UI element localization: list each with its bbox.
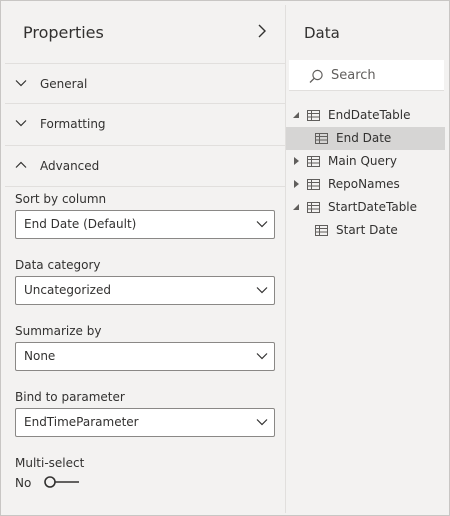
search-input[interactable]: Search: [289, 60, 444, 91]
tree-item-label: StartDateTable: [328, 200, 418, 214]
data-category-label: Data category: [15, 258, 101, 272]
sort-by-column-label: Sort by column: [15, 192, 107, 206]
collapsed-triangle-icon[interactable]: [293, 180, 301, 188]
tree-item-label: Start Date: [336, 223, 398, 237]
table-icon: [307, 179, 320, 190]
search-icon: [309, 69, 323, 83]
tree-item-start-date[interactable]: Start Date: [286, 219, 445, 242]
collapsed-triangle-icon[interactable]: [293, 157, 301, 165]
section-general-label: General: [40, 77, 88, 91]
bind-to-parameter-dropdown[interactable]: EndTimeParameter: [15, 408, 275, 437]
tree-item-label: RepoNames: [328, 177, 400, 191]
table-icon: [307, 156, 320, 167]
table-icon: [307, 202, 320, 213]
column-icon: [315, 133, 328, 144]
window-frame: Properties General Formatting Advanced S…: [0, 0, 450, 516]
collapse-pane-chevron-right-icon[interactable]: [255, 21, 269, 41]
summarize-by-label: Summarize by: [15, 324, 102, 338]
multi-select-state-label: No: [15, 476, 32, 490]
summarize-by-dropdown[interactable]: None: [15, 342, 275, 371]
chevron-down-icon: [256, 221, 268, 228]
sort-by-column-value: End Date (Default): [24, 217, 137, 231]
table-icon: [307, 110, 320, 121]
data-category-value: Uncategorized: [24, 283, 111, 297]
sort-by-column-dropdown[interactable]: End Date (Default): [15, 210, 275, 239]
section-advanced[interactable]: Advanced: [5, 145, 285, 187]
tree-item-end-date[interactable]: End Date: [286, 127, 445, 150]
tree-item-startdatetable[interactable]: StartDateTable: [286, 196, 445, 219]
bind-to-parameter-label: Bind to parameter: [15, 390, 125, 404]
chevron-down-icon: [256, 353, 268, 360]
chevron-down-icon: [15, 120, 27, 127]
chevron-down-icon: [256, 419, 268, 426]
bind-to-parameter-value: EndTimeParameter: [24, 415, 139, 429]
data-title: Data: [304, 24, 340, 42]
expanded-triangle-icon[interactable]: [292, 203, 300, 211]
section-general[interactable]: General: [5, 63, 285, 104]
chevron-down-icon: [15, 80, 27, 87]
properties-title: Properties: [23, 23, 104, 42]
section-advanced-label: Advanced: [40, 159, 100, 173]
multi-select-label: Multi-select: [15, 456, 85, 470]
column-icon: [315, 225, 328, 236]
tree-item-reponames[interactable]: RepoNames: [286, 173, 445, 196]
tree-item-main-query[interactable]: Main Query: [286, 150, 445, 173]
chevron-up-icon: [15, 161, 27, 168]
search-placeholder: Search: [331, 68, 376, 83]
summarize-by-value: None: [24, 349, 56, 363]
properties-pane: Properties General Formatting Advanced S…: [5, 5, 285, 513]
tree-item-label: End Date: [336, 131, 392, 145]
multi-select-toggle[interactable]: [41, 474, 81, 490]
tree-item-enddatetable[interactable]: EndDateTable: [286, 104, 445, 127]
data-category-dropdown[interactable]: Uncategorized: [15, 276, 275, 305]
section-formatting[interactable]: Formatting: [5, 103, 285, 144]
tree-item-label: Main Query: [328, 154, 397, 168]
chevron-down-icon: [256, 287, 268, 294]
data-pane: Data Search EndDateTable End Date Main Q…: [286, 5, 445, 513]
expanded-triangle-icon[interactable]: [292, 111, 300, 119]
tree-item-label: EndDateTable: [328, 108, 411, 122]
section-formatting-label: Formatting: [40, 117, 106, 131]
